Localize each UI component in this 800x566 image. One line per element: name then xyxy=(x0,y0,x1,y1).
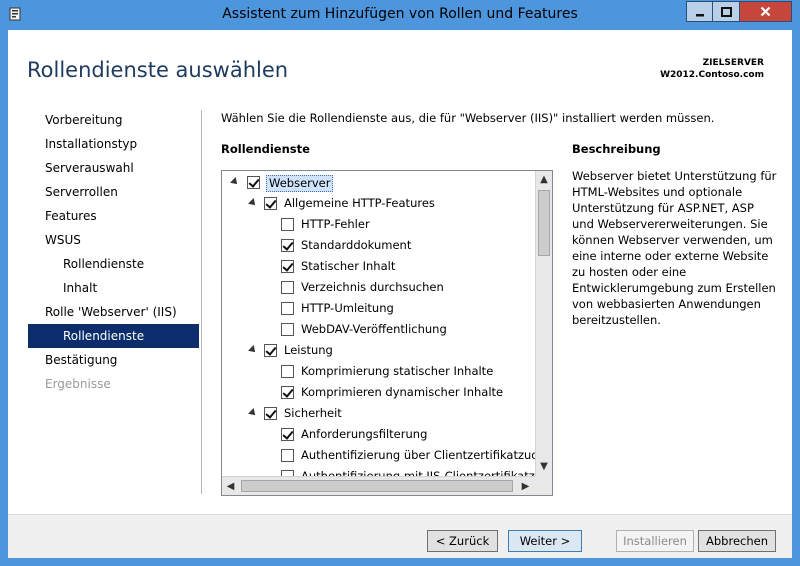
nav-item-rolle-webserver[interactable]: Rolle 'Webserver' (IIS) xyxy=(28,300,199,324)
checkbox-http-fehler[interactable] xyxy=(281,218,294,231)
checkbox-sicherheit[interactable] xyxy=(264,407,277,420)
nav-item-installationstyp[interactable]: Installationstyp xyxy=(28,132,199,156)
nav-item-serverauswahl[interactable]: Serverauswahl xyxy=(28,156,199,180)
tree-row-http-fehler[interactable]: HTTP-Fehler xyxy=(223,214,535,235)
close-button[interactable] xyxy=(740,1,792,22)
tree-row-statischer-inhalt[interactable]: Statischer Inhalt xyxy=(223,256,535,277)
tree-label: WebDAV-Veröffentlichung xyxy=(301,322,447,336)
tree-label: Verzeichnis durchsuchen xyxy=(301,280,444,294)
tree-label: Leistung xyxy=(284,343,333,357)
description-title: Beschreibung xyxy=(572,142,661,156)
checkbox-webdav-veroeffentlichung[interactable] xyxy=(281,323,294,336)
tree-row-webdav-veroeffentlichung[interactable]: WebDAV-Veröffentlichung xyxy=(223,319,535,340)
nav-item-wsus-inhalt[interactable]: Inhalt xyxy=(28,276,199,300)
scroll-right-icon[interactable]: ▶ xyxy=(517,477,534,495)
checkbox-webserver[interactable] xyxy=(247,176,260,189)
instruction-text: Wählen Sie die Rollendienste aus, die fü… xyxy=(221,111,715,125)
wizard-footer: < Zurück Weiter > Installieren Abbrechen xyxy=(8,514,792,558)
expand-arrow-icon[interactable] xyxy=(230,177,240,187)
tree-label: Statischer Inhalt xyxy=(301,259,396,273)
window-title: Assistent zum Hinzufügen von Rollen und … xyxy=(222,6,578,22)
wizard-navigation: Vorbereitung Installationstyp Serverausw… xyxy=(28,108,199,396)
tree-label: Authentifizierung mit IIS-Clientzertifik… xyxy=(301,469,535,476)
wizard-window: Assistent zum Hinzufügen von Rollen und … xyxy=(0,0,800,566)
nav-item-serverrollen[interactable]: Serverrollen xyxy=(28,180,199,204)
tree-row-allgemeine-http-features[interactable]: Allgemeine HTTP-Features xyxy=(223,193,535,214)
checkbox-verzeichnis-durchsuchen[interactable] xyxy=(281,281,294,294)
tree-row-http-umleitung[interactable]: HTTP-Umleitung xyxy=(223,298,535,319)
checkbox-anforderungsfilterung[interactable] xyxy=(281,428,294,441)
next-button[interactable]: Weiter > xyxy=(508,530,582,552)
vertical-scroll-thumb[interactable] xyxy=(538,190,550,256)
tree-label: Komprimierung statischer Inhalte xyxy=(301,364,494,378)
vertical-scrollbar[interactable]: ▲ ▼ xyxy=(535,171,552,476)
tree-label: Allgemeine HTTP-Features xyxy=(284,196,435,210)
checkbox-authentifizierung-clientzertifikat[interactable] xyxy=(281,449,294,462)
tree-row-komprimierung-statischer-inhalte[interactable]: Komprimierung statischer Inhalte xyxy=(223,361,535,382)
scroll-left-icon[interactable]: ◀ xyxy=(222,477,239,495)
tree-label: Webserver xyxy=(266,175,334,192)
tree-row-authentifizierung-iis-clientzertifikat[interactable]: Authentifizierung mit IIS-Clientzertifik… xyxy=(223,466,535,476)
maximize-button[interactable] xyxy=(713,1,740,22)
install-button: Installieren xyxy=(616,530,694,552)
tree-row-authentifizierung-clientzertifikat[interactable]: Authentifizierung über Clientzertifikatz… xyxy=(223,445,535,466)
tree-label: Sicherheit xyxy=(284,406,342,420)
close-icon xyxy=(760,6,771,17)
checkbox-http-umleitung[interactable] xyxy=(281,302,294,315)
scroll-up-icon[interactable]: ▲ xyxy=(536,171,552,188)
title-bar[interactable]: Assistent zum Hinzufügen von Rollen und … xyxy=(0,0,800,30)
minimize-icon xyxy=(695,13,704,16)
tree-label: Standarddokument xyxy=(301,238,412,252)
nav-item-ergebnisse: Ergebnisse xyxy=(45,377,111,391)
tree-rows: Webserver Allgemeine HTTP-Features HTTP-… xyxy=(223,172,535,476)
page-title: Rollendienste auswählen xyxy=(27,58,289,82)
checkbox-standarddokument[interactable] xyxy=(281,239,294,252)
expand-arrow-icon[interactable] xyxy=(248,408,258,418)
horizontal-scrollbar[interactable]: ◀ ▶ xyxy=(222,476,535,495)
target-server-info: ZIELSERVER W2012.Contoso.com xyxy=(660,57,764,81)
tree-row-komprimieren-dynamischer-inhalte[interactable]: Komprimieren dynamischer Inhalte xyxy=(223,382,535,403)
tree-label: HTTP-Umleitung xyxy=(301,301,394,315)
checkbox-komprimierung-statischer-inhalte[interactable] xyxy=(281,365,294,378)
tree-label: Anforderungsfilterung xyxy=(301,427,428,441)
nav-item-bestaetigung[interactable]: Bestätigung xyxy=(28,348,199,372)
tree-row-verzeichnis-durchsuchen[interactable]: Verzeichnis durchsuchen xyxy=(223,277,535,298)
description-text: Webserver bietet Unterstützung für HTML-… xyxy=(572,169,777,327)
tree-label: Komprimieren dynamischer Inhalte xyxy=(301,385,504,399)
tree-row-standarddokument[interactable]: Standarddokument xyxy=(223,235,535,256)
tree-label: Authentifizierung über Clientzertifikatz… xyxy=(301,448,535,462)
tree-row-sicherheit[interactable]: Sicherheit xyxy=(223,403,535,424)
target-server-label: ZIELSERVER xyxy=(702,58,764,68)
scroll-down-icon[interactable]: ▼ xyxy=(536,458,552,475)
cancel-button[interactable]: Abbrechen xyxy=(698,530,776,552)
scrollbar-corner xyxy=(535,476,552,495)
checkbox-allgemeine-http-features[interactable] xyxy=(264,197,277,210)
horizontal-scroll-thumb[interactable] xyxy=(241,480,513,492)
nav-divider xyxy=(201,110,202,494)
back-button[interactable]: < Zurück xyxy=(427,530,498,552)
checkbox-statischer-inhalt[interactable] xyxy=(281,260,294,273)
expand-arrow-icon[interactable] xyxy=(248,198,258,208)
checkbox-komprimieren-dynamischer-inhalte[interactable] xyxy=(281,386,294,399)
nav-item-wsus-rollendienste[interactable]: Rollendienste xyxy=(28,252,199,276)
nav-item-vorbereitung[interactable]: Vorbereitung xyxy=(28,108,199,132)
role-services-tree[interactable]: Webserver Allgemeine HTTP-Features HTTP-… xyxy=(221,170,553,496)
minimize-button[interactable] xyxy=(686,1,713,22)
checkbox-leistung[interactable] xyxy=(264,344,277,357)
tree-row-leistung[interactable]: Leistung xyxy=(223,340,535,361)
expand-arrow-icon[interactable] xyxy=(248,345,258,355)
nav-item-wsus[interactable]: WSUS xyxy=(28,228,199,252)
wizard-content: Rollendienste auswählen ZIELSERVER W2012… xyxy=(8,30,792,558)
nav-item-webserver-rollendienste[interactable]: Rollendienste xyxy=(28,324,199,348)
target-server-name: W2012.Contoso.com xyxy=(660,70,764,80)
tree-label: HTTP-Fehler xyxy=(301,217,370,231)
maximize-icon xyxy=(720,6,732,17)
roles-column-title: Rollendienste xyxy=(221,142,310,156)
tree-row-anforderungsfilterung[interactable]: Anforderungsfilterung xyxy=(223,424,535,445)
nav-item-features[interactable]: Features xyxy=(28,204,199,228)
tree-row-webserver[interactable]: Webserver xyxy=(223,172,535,193)
